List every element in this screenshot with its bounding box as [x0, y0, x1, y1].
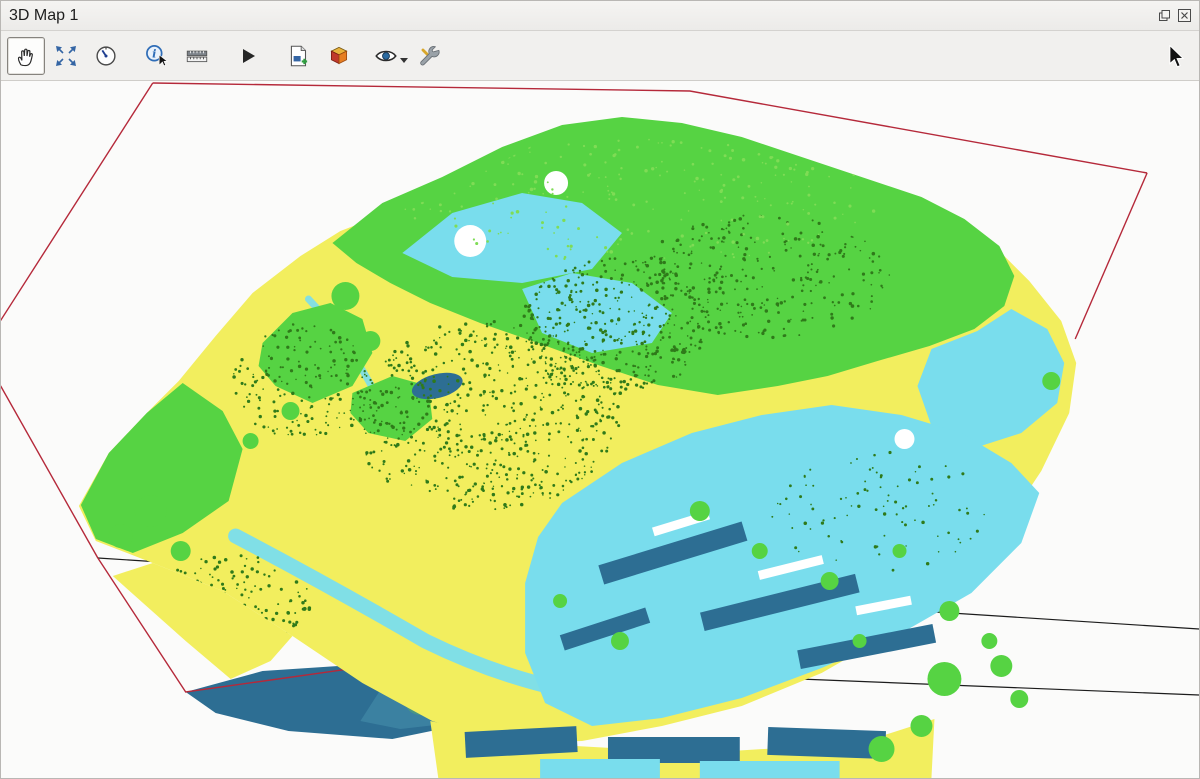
window-controls	[1157, 9, 1191, 23]
configure-button[interactable]	[411, 37, 449, 75]
identify-button[interactable]: i	[138, 37, 176, 75]
save-image-icon	[286, 43, 312, 69]
3d-scene-viewport[interactable]	[1, 81, 1199, 778]
eye-icon	[373, 43, 399, 69]
point-cloud-scene	[1, 81, 1199, 778]
compass-icon	[93, 43, 119, 69]
dock-icon	[1158, 9, 1171, 22]
close-icon	[1178, 9, 1191, 22]
3d-cube-icon	[326, 43, 352, 69]
close-button[interactable]	[1177, 9, 1191, 23]
camera-pan-button[interactable]	[7, 37, 45, 75]
pan-hand-icon	[13, 43, 39, 69]
ruler-icon	[184, 43, 210, 69]
window-title: 3D Map 1	[9, 7, 1157, 25]
identify-icon: i	[144, 43, 170, 69]
title-bar: 3D Map 1	[1, 1, 1199, 31]
3d-map-window: 3D Map 1	[0, 0, 1200, 779]
measure-line-button[interactable]	[178, 37, 216, 75]
effects-button[interactable]	[371, 37, 409, 75]
svg-text:i: i	[152, 46, 156, 60]
wrench-icon	[417, 43, 443, 69]
3d-map-toolbar: i	[1, 31, 1199, 81]
export-scene-button[interactable]	[320, 37, 358, 75]
zoom-full-icon	[54, 44, 78, 68]
save-image-button[interactable]	[280, 37, 318, 75]
play-icon	[236, 44, 260, 68]
dock-button[interactable]	[1157, 9, 1171, 23]
animations-button[interactable]	[229, 37, 267, 75]
dropdown-arrow-icon	[400, 58, 408, 63]
zoom-full-button[interactable]	[47, 37, 85, 75]
rotate-camera-button[interactable]	[87, 37, 125, 75]
